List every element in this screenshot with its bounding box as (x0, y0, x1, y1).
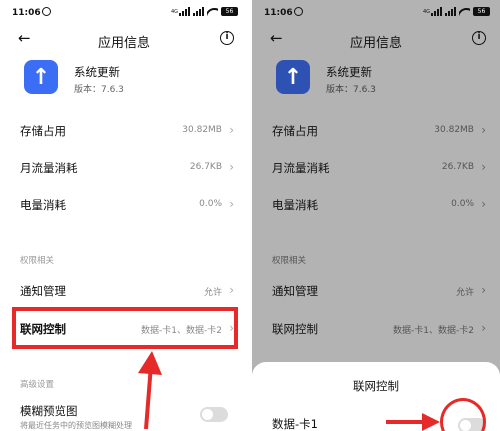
signal-icon-2 (445, 7, 456, 16)
chevron-right-icon: › (229, 283, 234, 297)
app-upload-arrow-icon: ↑ (24, 60, 58, 94)
row-label: 通知管理 (20, 284, 66, 298)
alarm-icon (294, 7, 303, 16)
section-permissions: 权限相关 (20, 256, 55, 266)
row-label: 通知管理 (272, 284, 318, 298)
row-value: 允许 (455, 288, 474, 298)
row-data-usage[interactable]: 月流量消耗 26.7KB › (0, 150, 248, 184)
row-label: 模糊预览图 (20, 404, 78, 418)
app-bar: ← 应用信息 i (0, 26, 248, 52)
row-value: 0.0% (451, 199, 474, 209)
status-icons: 4G 56 (423, 7, 490, 16)
chevron-right-icon: › (229, 197, 234, 211)
status-time: 11:06 (264, 8, 293, 18)
row-battery[interactable]: 电量消耗 0.0% › (0, 187, 248, 221)
chevron-right-icon: › (481, 321, 486, 335)
section-permissions: 权限相关 (272, 256, 307, 266)
app-version: 版本：7.6.3 (74, 85, 124, 95)
sheet-title: 联网控制 (353, 379, 399, 393)
row-value: 数据-卡1、数据-卡2 (393, 326, 474, 336)
app-version: 版本：7.6.3 (326, 85, 376, 95)
status-time: 11:06 (12, 8, 41, 18)
signal-icon (431, 7, 442, 16)
page-title: 应用信息 (349, 36, 402, 51)
alarm-icon (42, 7, 51, 16)
signal-icon-2 (193, 7, 204, 16)
sheet-item-sim1: 数据-卡1 (272, 417, 318, 431)
row-network-control[interactable]: 联网控制 数据-卡1、数据-卡2 › (252, 311, 500, 345)
status-icons: 4G 56 (171, 7, 238, 16)
row-label: 月流量消耗 (20, 161, 78, 175)
page-title: 应用信息 (97, 36, 150, 51)
chevron-right-icon: › (229, 123, 234, 137)
row-value: 30.82MB (182, 125, 222, 135)
battery-icon: 56 (221, 7, 238, 16)
row-label: 联网控制 (272, 322, 318, 336)
signal-icon (179, 7, 190, 16)
row-battery[interactable]: 电量消耗 0.0% › (252, 187, 500, 221)
row-notifications[interactable]: 通知管理 允许 › (252, 273, 500, 307)
row-label: 月流量消耗 (272, 161, 330, 175)
row-data-usage[interactable]: 月流量消耗 26.7KB › (252, 150, 500, 184)
status-bar: 11:06 4G 56 (252, 0, 500, 26)
row-value: 26.7KB (441, 162, 474, 172)
row-storage[interactable]: 存储占用 30.82MB › (252, 113, 500, 147)
annotation-arrow-up (138, 351, 162, 430)
app-name: 系统更新 (326, 65, 372, 79)
left-screen: 11:06 4G 56 ← 应用信息 i ↑ 系统更新 版本：7.6.3 存储占… (0, 0, 248, 431)
row-label: 电量消耗 (20, 198, 66, 212)
blur-preview-toggle[interactable] (200, 407, 228, 422)
row-label: 电量消耗 (272, 198, 318, 212)
chevron-right-icon: › (481, 160, 486, 174)
row-value: 26.7KB (189, 162, 222, 172)
app-bar: ← 应用信息 i (252, 26, 500, 52)
annotation-arrow-right (386, 413, 440, 431)
network-label: 4G (170, 8, 178, 15)
row-label: 存储占用 (20, 124, 66, 138)
battery-icon: 56 (473, 7, 490, 16)
app-name: 系统更新 (74, 65, 120, 79)
row-value: 30.82MB (434, 125, 474, 135)
chevron-right-icon: › (229, 160, 234, 174)
right-screen: 11:06 4G 56 ← 应用信息 i ↑ 系统更新 版本：7.6.3 存储占… (252, 0, 500, 431)
row-value: 0.0% (199, 199, 222, 209)
chevron-right-icon: › (481, 283, 486, 297)
app-upload-arrow-icon: ↑ (276, 60, 310, 94)
network-label: 4G (422, 8, 430, 15)
row-storage[interactable]: 存储占用 30.82MB › (0, 113, 248, 147)
info-icon[interactable]: i (472, 31, 486, 45)
row-sub-label: 将最近任务中的预览图模糊处理 (20, 421, 132, 430)
wifi-icon (459, 7, 470, 16)
row-notifications[interactable]: 通知管理 允许 › (0, 273, 248, 307)
row-label: 存储占用 (272, 124, 318, 138)
row-value: 允许 (203, 288, 222, 298)
annotation-highlight-box (12, 307, 238, 349)
wifi-icon (207, 7, 218, 16)
chevron-right-icon: › (481, 123, 486, 137)
section-advanced: 高级设置 (20, 380, 55, 390)
info-icon[interactable]: i (220, 31, 234, 45)
chevron-right-icon: › (481, 197, 486, 211)
status-bar: 11:06 4G 56 (0, 0, 248, 26)
